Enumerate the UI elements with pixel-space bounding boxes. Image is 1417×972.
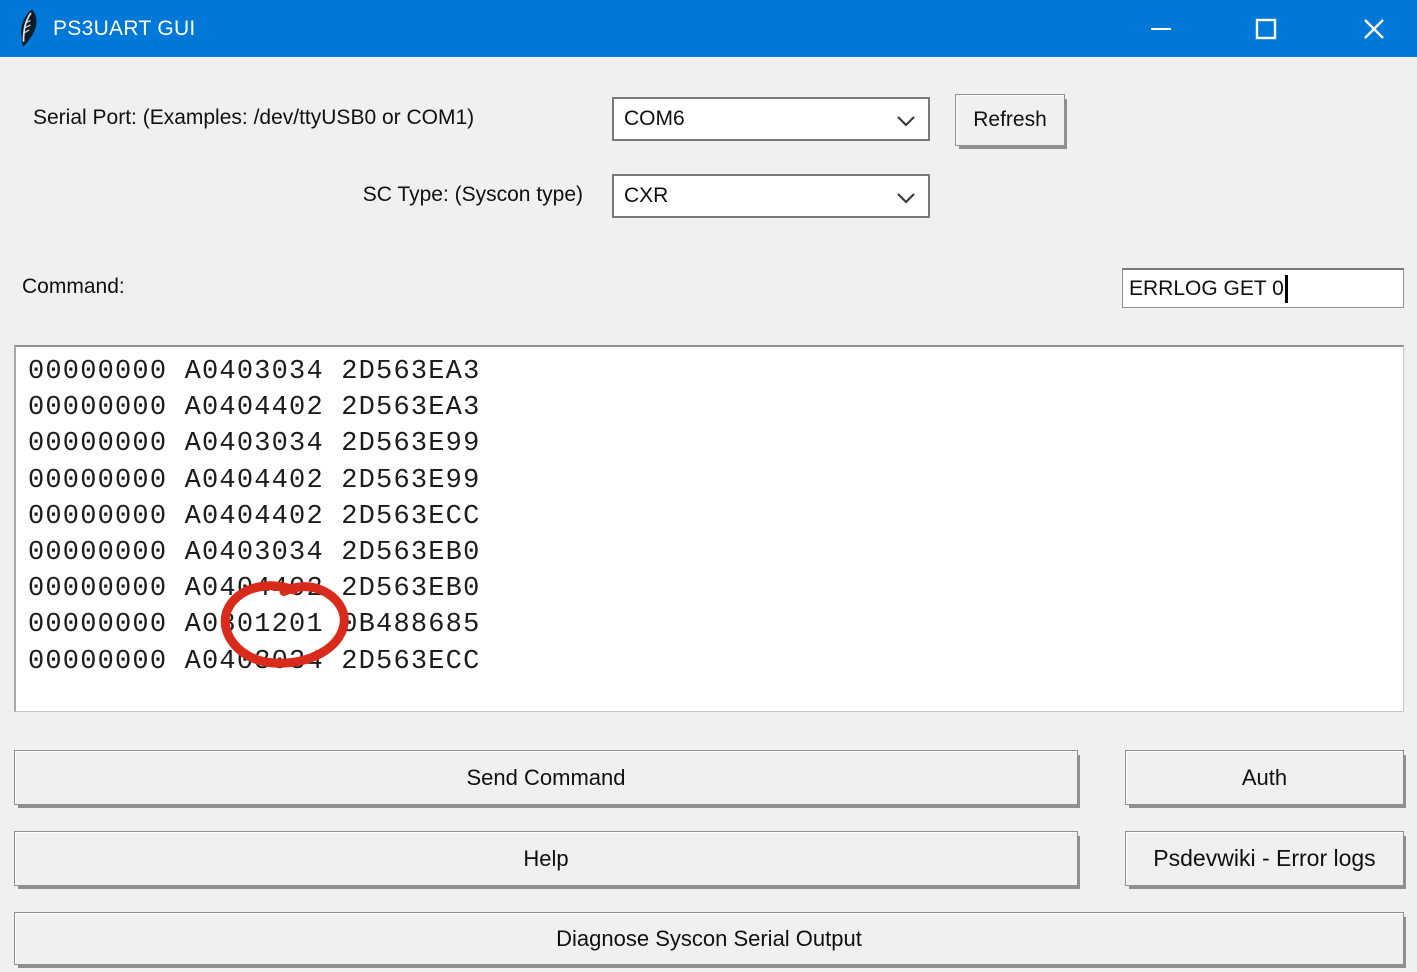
output-line: 00000000 A0404402 2D563E99 xyxy=(28,463,1403,499)
auth-button[interactable]: Auth xyxy=(1125,750,1404,805)
sc-type-label: SC Type: (Syscon type) xyxy=(300,183,583,207)
sc-type-selected-value: CXR xyxy=(624,184,668,208)
chevron-down-icon xyxy=(896,115,916,127)
command-label: Command: xyxy=(22,275,125,299)
sc-type-combobox[interactable]: CXR xyxy=(612,174,930,218)
output-line: 00000000 A0403034 2D563EB0 xyxy=(28,535,1403,571)
serial-port-combobox[interactable]: COM6 xyxy=(612,97,930,141)
refresh-button-label: Refresh xyxy=(973,108,1047,132)
output-line: 00000000 A0404402 2D563EA3 xyxy=(28,390,1403,426)
send-command-button[interactable]: Send Command xyxy=(14,750,1078,805)
text-cursor xyxy=(1285,275,1288,303)
maximize-button[interactable] xyxy=(1231,0,1301,57)
serial-port-label: Serial Port: (Examples: /dev/ttyUSB0 or … xyxy=(33,106,583,130)
refresh-button[interactable]: Refresh xyxy=(955,94,1065,146)
maximize-icon xyxy=(1254,17,1278,41)
output-line: 00000000 A0404402 2D563EB0 xyxy=(28,571,1403,607)
close-icon xyxy=(1362,17,1386,41)
serial-output-textarea[interactable]: 00000000 A0403034 2D563EA300000000 A0404… xyxy=(14,345,1404,712)
title-bar: PS3UART GUI xyxy=(0,0,1417,57)
help-button[interactable]: Help xyxy=(14,831,1078,886)
output-line: 00000000 A0403034 2D563EA3 xyxy=(28,354,1403,390)
diagnose-button-label: Diagnose Syscon Serial Output xyxy=(556,926,862,952)
minimize-icon xyxy=(1149,17,1173,41)
app-window: PS3UART GUI Serial Port: (Examples: /dev… xyxy=(0,0,1417,972)
chevron-down-icon xyxy=(896,192,916,204)
auth-button-label: Auth xyxy=(1242,765,1287,791)
command-input-value: ERRLOG GET 0 xyxy=(1129,277,1284,301)
command-input[interactable]: ERRLOG GET 0 xyxy=(1122,268,1404,308)
window-title: PS3UART GUI xyxy=(53,0,196,57)
close-button[interactable] xyxy=(1339,0,1409,57)
output-line: 00000000 A0403034 2D563E99 xyxy=(28,426,1403,462)
python-tk-feather-icon xyxy=(13,8,43,48)
diagnose-syscon-serial-output-button[interactable]: Diagnose Syscon Serial Output xyxy=(14,912,1404,965)
psdevwiki-error-logs-button-label: Psdevwiki - Error logs xyxy=(1153,845,1375,872)
output-line: 00000000 A0403034 2D563ECC xyxy=(28,644,1403,680)
help-button-label: Help xyxy=(523,846,568,872)
output-line: 00000000 A0404402 2D563ECC xyxy=(28,499,1403,535)
send-command-button-label: Send Command xyxy=(467,765,626,791)
psdevwiki-error-logs-button[interactable]: Psdevwiki - Error logs xyxy=(1125,831,1404,886)
serial-port-selected-value: COM6 xyxy=(624,107,685,131)
minimize-button[interactable] xyxy=(1126,0,1196,57)
output-line: 00000000 A0801201 0B488685 xyxy=(28,607,1403,643)
